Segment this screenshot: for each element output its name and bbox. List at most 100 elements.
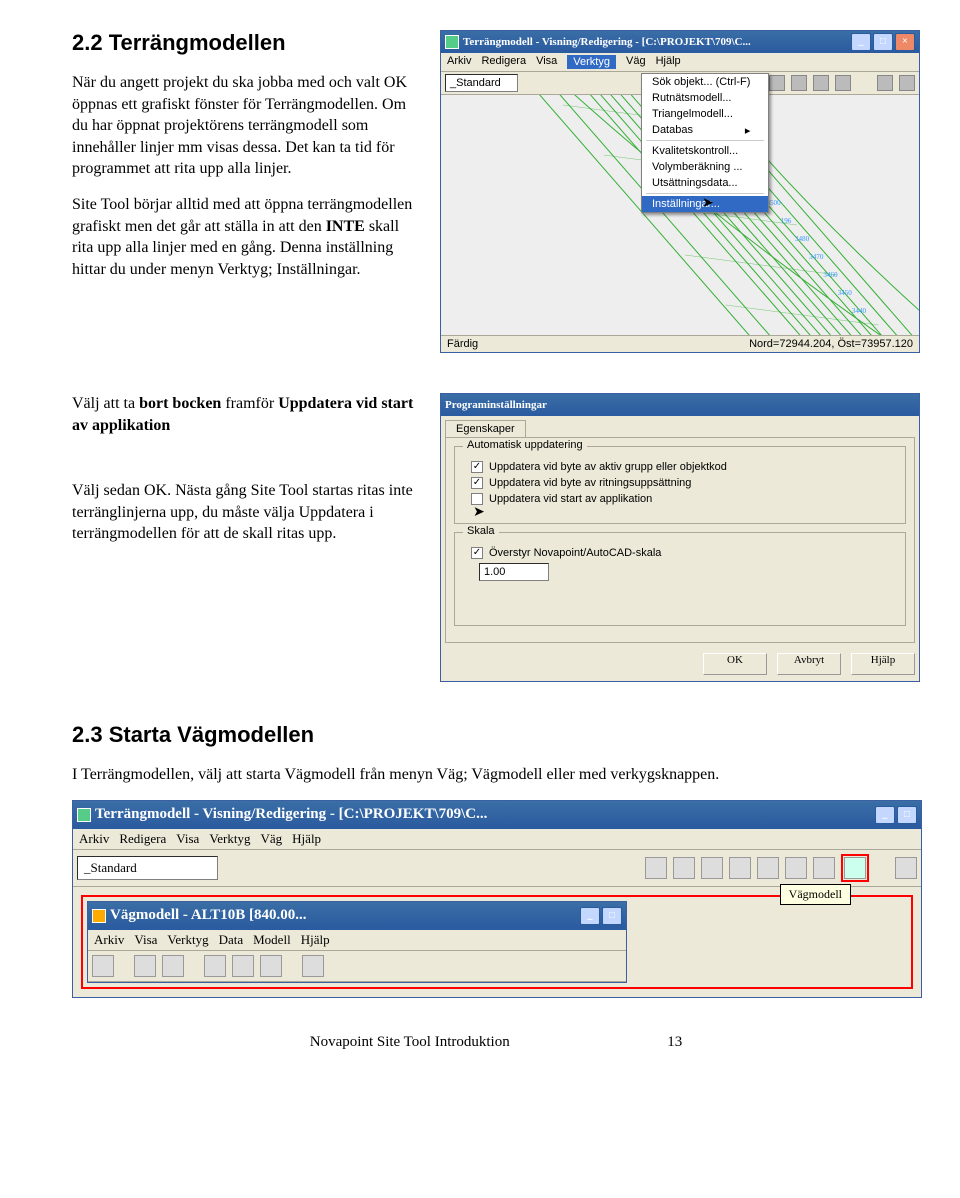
menubar-2[interactable]: Arkiv Redigera Visa Verktyg Väg Hjälp [73, 829, 921, 850]
tool-icon[interactable] [134, 955, 156, 977]
zoom-out-icon[interactable] [899, 75, 915, 91]
tool-icon[interactable] [835, 75, 851, 91]
tool-icon[interactable] [729, 857, 751, 879]
para-valj-ok: Välj sedan OK. Nästa gång Site Tool star… [72, 480, 422, 545]
vagmodell-titlebar[interactable]: Vägmodell - ALT10B [840.00... _ □ [88, 902, 626, 930]
tool-icon[interactable] [757, 857, 779, 879]
app-icon [92, 909, 106, 923]
menu-item[interactable]: Visa [176, 831, 199, 847]
tool-icon[interactable] [791, 75, 807, 91]
tool-icon[interactable] [162, 955, 184, 977]
menu-item[interactable]: Verktyg [567, 55, 616, 69]
tool-icon[interactable] [92, 955, 114, 977]
group-skala: Skala ✓ Överstyr Novapoint/AutoCAD-skala… [454, 532, 906, 626]
checkbox-uppdatera-byte-grupp[interactable]: ✓ [471, 461, 483, 473]
hjalp-button[interactable]: Hjälp [851, 653, 915, 675]
menu-dropdown-item[interactable]: Sök objekt... (Ctrl-F) [642, 74, 768, 90]
tab-egenskaper[interactable]: Egenskaper [445, 420, 526, 437]
svg-text:196: 196 [781, 217, 792, 225]
menu-item[interactable]: Visa [134, 932, 157, 948]
minimize-button[interactable]: _ [580, 907, 600, 925]
menu-item[interactable]: Visa [536, 55, 557, 69]
svg-text:3460: 3460 [823, 271, 838, 279]
layer-select[interactable]: _Standard [445, 74, 518, 92]
menu-item[interactable]: Hjälp [292, 831, 321, 847]
highlight-vagmodell-window: Vägmodell - ALT10B [840.00... _ □ Arkiv V… [81, 895, 913, 989]
tabstrip[interactable]: Egenskaper [441, 416, 919, 437]
avbryt-button[interactable]: Avbryt [777, 653, 841, 675]
menu-dropdown-item[interactable]: Volymberäkning ... [642, 159, 768, 175]
dialog-titlebar[interactable]: Programinställningar [441, 394, 919, 416]
svg-text:3440: 3440 [852, 307, 867, 315]
menu-item[interactable]: Väg [626, 55, 646, 69]
maximize-button[interactable]: □ [873, 33, 893, 51]
maximize-button[interactable]: □ [897, 806, 917, 824]
tool-icon[interactable] [701, 857, 723, 879]
t2: bort bocken [139, 395, 221, 412]
window-title-2: Terrängmodell - Visning/Redigering - [C:… [95, 806, 875, 823]
menu-item[interactable]: Arkiv [79, 831, 109, 847]
layer-select-2[interactable]: _Standard [77, 856, 218, 880]
verktyg-menu-dropdown[interactable]: Sök objekt... (Ctrl-F)Rutnätsmodell...Tr… [641, 73, 769, 213]
svg-text:3450: 3450 [838, 289, 853, 297]
cb3-label: Uppdatera vid start av applikation [489, 493, 652, 505]
tool-icon[interactable] [813, 75, 829, 91]
menu-dropdown-item[interactable]: Utsättningsdata... [642, 175, 768, 191]
minimize-button[interactable]: _ [875, 806, 895, 824]
vagmodell-menubar[interactable]: Arkiv Visa Verktyg Data Modell Hjälp [88, 930, 626, 951]
menu-item[interactable]: Verktyg [209, 831, 250, 847]
checkbox-overstyr-skala[interactable]: ✓ [471, 547, 483, 559]
menu-item[interactable]: Väg [261, 831, 283, 847]
tool-icon[interactable] [769, 75, 785, 91]
inte-bold: INTE [326, 218, 365, 235]
skala-textbox[interactable]: 1.00 [479, 563, 549, 581]
checkbox-uppdatera-byte-ritningsuppsattning[interactable]: ✓ [471, 477, 483, 489]
menu-item[interactable]: Arkiv [94, 932, 124, 948]
close-button[interactable]: × [895, 33, 915, 51]
zoom-in-icon[interactable] [895, 857, 917, 879]
menu-item[interactable]: Arkiv [447, 55, 471, 69]
tool-icon[interactable] [785, 857, 807, 879]
vagmodell-toolbar[interactable] [88, 951, 626, 982]
menu-item[interactable]: Redigera [481, 55, 526, 69]
app-icon [445, 35, 459, 49]
minimize-button[interactable]: _ [851, 33, 871, 51]
tool-icon[interactable] [204, 955, 226, 977]
maximize-button[interactable]: □ [602, 907, 622, 925]
menu-dropdown-item[interactable]: Rutnätsmodell... [642, 90, 768, 106]
window-titlebar[interactable]: Terrängmodell - Visning/Redigering - [C:… [441, 31, 919, 53]
menu-item[interactable]: Data [219, 932, 244, 948]
menu-item[interactable]: Modell [253, 932, 291, 948]
group-label: Skala [463, 525, 499, 537]
status-left: Färdig [447, 338, 749, 350]
menu-dropdown-item[interactable]: Databas▸ [642, 122, 768, 138]
menu-item[interactable]: Hjälp [301, 932, 330, 948]
tool-icon[interactable] [673, 857, 695, 879]
toolbar-2[interactable]: _Standard Vägmodell [73, 850, 921, 887]
menu-dropdown-item[interactable]: Kvalitetskontroll... [642, 143, 768, 159]
window-titlebar-2[interactable]: Terrängmodell - Visning/Redigering - [C:… [73, 801, 921, 829]
cursor-icon [473, 503, 487, 523]
cb4-label: Överstyr Novapoint/AutoCAD-skala [489, 547, 661, 559]
menu-item[interactable]: Hjälp [656, 55, 681, 69]
menu-item[interactable]: Verktyg [167, 932, 208, 948]
heading-2-3: 2.3 Starta Vägmodellen [72, 722, 920, 748]
group-automatisk-uppdatering: Automatisk uppdatering ✓ Uppdatera vid b… [454, 446, 906, 524]
tool-icon[interactable] [813, 857, 835, 879]
footer-page: 13 [667, 1034, 682, 1050]
ok-button[interactable]: OK [703, 653, 767, 675]
tool-icon[interactable] [232, 955, 254, 977]
app-icon [77, 808, 91, 822]
vagmodell-button[interactable] [844, 857, 866, 879]
menubar[interactable]: Arkiv Redigera Visa Verktyg Väg Hjälp [441, 53, 919, 72]
menu-item[interactable]: Redigera [119, 831, 166, 847]
cb1-label: Uppdatera vid byte av aktiv grupp eller … [489, 461, 727, 473]
tool-icon[interactable] [260, 955, 282, 977]
t3: framför [221, 395, 278, 412]
tool-icon[interactable] [302, 955, 324, 977]
tool-icon[interactable] [645, 857, 667, 879]
zoom-in-icon[interactable] [877, 75, 893, 91]
dialog-title: Programinställningar [445, 399, 915, 411]
screenshot-programinstallningar: Programinställningar Egenskaper Automati… [440, 393, 920, 682]
menu-dropdown-item[interactable]: Triangelmodell... [642, 106, 768, 122]
